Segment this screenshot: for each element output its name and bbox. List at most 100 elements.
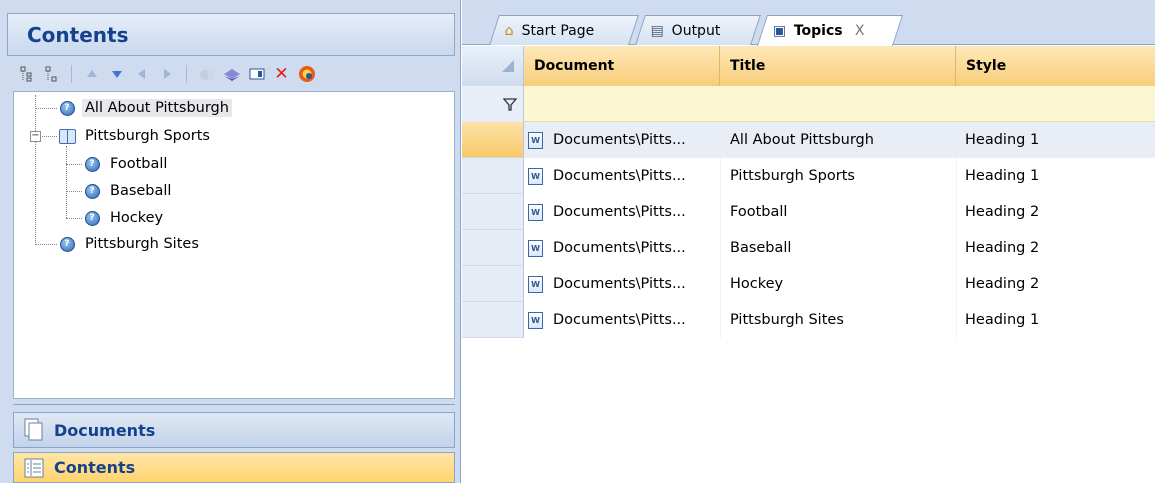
cell-title: Hockey [730, 276, 784, 292]
row-header[interactable] [462, 302, 524, 338]
cell-title: Pittsburgh Sports [730, 168, 855, 184]
filter-row[interactable] [462, 86, 1155, 122]
new-topic-icon[interactable] [197, 65, 216, 84]
tree-connector [66, 164, 82, 165]
table-row[interactable]: W Documents\Pitts... Baseball Heading 2 [462, 230, 1155, 266]
move-up-icon[interactable] [82, 65, 101, 84]
tab-label: Output [672, 22, 721, 39]
word-document-icon: W [528, 239, 543, 257]
home-icon: ⌂ [504, 22, 514, 39]
tree-item-pittsburgh-sports[interactable]: Pittsburgh Sports [58, 124, 213, 148]
cell-title: Pittsburgh Sites [730, 312, 844, 328]
help-topic-icon: ? [58, 99, 76, 117]
row-header[interactable] [462, 230, 524, 266]
tab-output[interactable]: ▤ Output [635, 15, 761, 45]
table-row[interactable]: W Documents\Pitts... Pittsburgh Sports He… [462, 158, 1155, 194]
table-row[interactable]: W Documents\Pitts... Football Heading 2 [462, 194, 1155, 230]
tree-item-pittsburgh-sites[interactable]: ? Pittsburgh Sites [58, 232, 202, 256]
pane-splitter[interactable] [13, 404, 455, 410]
row-header[interactable] [462, 266, 524, 302]
tree-item-baseball[interactable]: ? Baseball [83, 179, 174, 203]
topic-doc-icon: ▣ [772, 23, 787, 39]
close-tab-icon[interactable]: X [855, 23, 865, 39]
properties-icon[interactable] [247, 65, 266, 84]
word-document-icon: W [528, 167, 543, 185]
table-row[interactable]: W Documents\Pitts... Pittsburgh Sites Hea… [462, 302, 1155, 338]
cell-title: All About Pittsburgh [730, 132, 874, 148]
tree-item-all-about-pittsburgh[interactable]: ? All About Pittsburgh [58, 96, 232, 120]
documents-icon [20, 418, 48, 442]
contents-tree: − ? All About Pittsburgh Pittsburgh Spor… [13, 91, 455, 399]
nav-button-contents[interactable]: Contents [13, 452, 455, 483]
new-book-icon[interactable] [222, 65, 241, 84]
filter-row-header [462, 86, 524, 122]
document-tabstrip: ⌂ Start Page ▤ Output ▣ Topics X [462, 0, 1155, 46]
table-row[interactable]: W Documents\Pitts... All About Pittsburgh… [462, 122, 1155, 158]
move-right-icon[interactable] [157, 65, 176, 84]
tree-item-label: Pittsburgh Sites [85, 236, 199, 252]
cell-title: Football [730, 204, 788, 220]
cell-document: W Documents\Pitts... [528, 230, 718, 266]
tree-connector [35, 108, 57, 109]
cell-text: Documents\Pitts... [553, 240, 686, 256]
tab-label: Topics [794, 23, 843, 39]
row-header[interactable] [462, 122, 524, 158]
word-document-icon: W [528, 131, 543, 149]
column-header-title[interactable]: Title [720, 46, 956, 86]
cell-style: Heading 2 [965, 204, 1040, 220]
tab-topics[interactable]: ▣ Topics X [756, 15, 904, 46]
cell-style: Heading 2 [965, 276, 1040, 292]
cell-style: Heading 1 [965, 132, 1040, 148]
cell-document: W Documents\Pitts... [528, 302, 718, 338]
collapse-all-icon[interactable] [42, 65, 61, 84]
toolbar-separator [71, 65, 72, 83]
contents-pane: Contents ✕ − ? All About Pittsburgh Pitt… [0, 0, 461, 483]
tree-connector [66, 218, 82, 219]
book-open-icon [58, 127, 76, 145]
cell-document: W Documents\Pitts... [528, 266, 718, 302]
filter-icon [503, 98, 517, 111]
cell-document: W Documents\Pitts... [528, 158, 718, 194]
cell-document: W Documents\Pitts... [528, 122, 718, 158]
toolbar-separator [186, 65, 187, 83]
tree-connector [66, 191, 82, 192]
move-left-icon[interactable] [132, 65, 151, 84]
help-topic-icon: ? [83, 182, 101, 200]
delete-icon[interactable]: ✕ [272, 64, 291, 84]
row-header[interactable] [462, 194, 524, 230]
tree-connector [40, 136, 57, 137]
help-topic-icon: ? [58, 235, 76, 253]
contents-toolbar: ✕ [13, 57, 455, 91]
cell-text: Documents\Pitts... [553, 132, 686, 148]
grid-corner[interactable] [462, 46, 524, 86]
tab-label: Start Page [521, 22, 595, 39]
tree-item-label: All About Pittsburgh [82, 99, 232, 117]
nav-label: Contents [54, 458, 136, 477]
cell-text: Documents\Pitts... [553, 204, 686, 220]
expand-all-icon[interactable] [17, 65, 36, 84]
help-ring-icon[interactable] [297, 65, 316, 84]
word-document-icon: W [528, 275, 543, 293]
table-row[interactable]: W Documents\Pitts... Hockey Heading 2 [462, 266, 1155, 302]
tree-item-label: Football [110, 156, 168, 172]
row-header[interactable] [462, 158, 524, 194]
tab-start-page[interactable]: ⌂ Start Page [489, 15, 639, 45]
column-header-style[interactable]: Style [956, 46, 1155, 86]
move-down-icon[interactable] [107, 65, 126, 84]
tree-connector [35, 244, 57, 245]
topics-grid: Document Title Style W Documents\Pitts...… [462, 46, 1155, 483]
output-list-icon: ▤ [650, 22, 665, 39]
cell-title: Baseball [730, 240, 792, 256]
cell-text: Documents\Pitts... [553, 168, 686, 184]
tree-item-hockey[interactable]: ? Hockey [83, 206, 166, 230]
cell-text: Documents\Pitts... [553, 312, 686, 328]
word-document-icon: W [528, 311, 543, 329]
column-header-document[interactable]: Document [524, 46, 720, 86]
tree-item-label: Baseball [110, 183, 172, 199]
cell-text: Documents\Pitts... [553, 276, 686, 292]
nav-label: Documents [54, 420, 156, 440]
nav-button-documents[interactable]: Documents [13, 412, 455, 448]
tree-item-football[interactable]: ? Football [83, 152, 170, 176]
tree-item-label: Hockey [110, 210, 164, 226]
collapse-toggle[interactable]: − [30, 131, 41, 142]
